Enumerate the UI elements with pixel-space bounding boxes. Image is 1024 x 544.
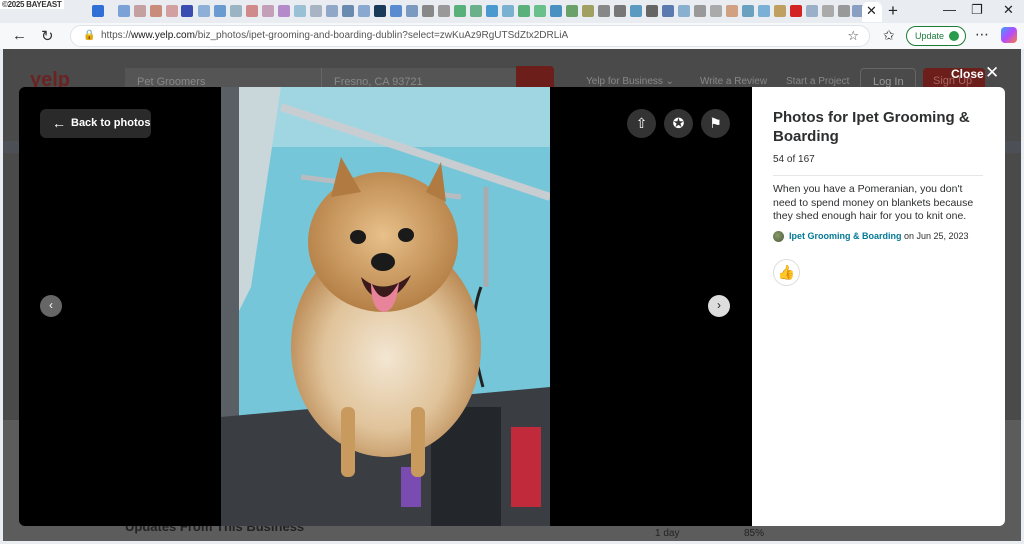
copilot-icon[interactable]	[1001, 27, 1017, 43]
tab-close-icon[interactable]: ✕	[866, 3, 877, 19]
tab-favicon[interactable]	[566, 5, 578, 17]
window-close-icon[interactable]: ✕	[1003, 2, 1014, 18]
post-date: on Jun 25, 2023	[901, 231, 969, 241]
award-icon[interactable]: ✪	[664, 109, 693, 138]
dog-photo-image	[221, 87, 550, 526]
tab-favicon[interactable]	[374, 5, 386, 17]
stat-value: 85%	[744, 528, 765, 539]
tab-favicon[interactable]	[326, 5, 338, 17]
tab-favicon[interactable]	[150, 5, 162, 17]
tab-favicon[interactable]	[422, 5, 434, 17]
back-to-photos-button[interactable]: ← Back to photos	[40, 109, 151, 138]
tab-favicon[interactable]	[310, 5, 322, 17]
back-to-photos-label: Back to photos	[71, 117, 151, 129]
more-options-icon[interactable]: ⋯	[975, 26, 989, 43]
tab-favicon[interactable]	[246, 5, 258, 17]
tab-favicon[interactable]	[614, 5, 626, 17]
arrow-left-icon: ←	[52, 115, 66, 131]
flag-icon[interactable]: ⚑	[701, 109, 730, 138]
pomeranian-photo	[221, 87, 550, 526]
url-text[interactable]: https://www.yelp.com/biz_photos/ipet-gro…	[101, 30, 568, 41]
photo-modal: ← Back to photos ⇧ ✪ ⚑ ‹ › Photos for Ip…	[19, 87, 1005, 526]
photo-attribution: Ipet Grooming & Boarding on Jun 25, 2023	[773, 231, 969, 243]
tab-favicon[interactable]	[438, 5, 450, 17]
tab-favicon[interactable]	[406, 5, 418, 17]
tab-favicon[interactable]	[518, 5, 530, 17]
favorite-star-icon[interactable]: ☆	[847, 28, 859, 44]
tab-favicon[interactable]	[214, 5, 226, 17]
tab-favicon[interactable]	[470, 5, 482, 17]
tab-favicon[interactable]	[758, 5, 770, 17]
tab-favicon[interactable]	[838, 5, 850, 17]
tab-favicon[interactable]	[294, 5, 306, 17]
close-icon[interactable]: ✕	[985, 63, 999, 83]
favorites-icon[interactable]: ✩	[883, 27, 895, 44]
tab-favicon[interactable]	[742, 5, 754, 17]
tab-favicon[interactable]	[262, 5, 274, 17]
tab-favicon[interactable]	[774, 5, 786, 17]
address-bar-row: ← ↻ 🔒 https://www.yelp.com/biz_photos/ip…	[0, 23, 1024, 49]
tab-favicon[interactable]	[710, 5, 722, 17]
tab-favicon[interactable]	[486, 5, 498, 17]
tab-favicon[interactable]	[134, 5, 146, 17]
tab-favicon[interactable]	[598, 5, 610, 17]
thumbs-up-icon[interactable]: 👍	[773, 259, 800, 286]
tab-favicon[interactable]	[550, 5, 562, 17]
previous-photo-button[interactable]: ‹	[40, 295, 62, 317]
update-status-icon	[949, 31, 959, 41]
photo-viewer: ← Back to photos ⇧ ✪ ⚑ ‹ ›	[19, 87, 752, 526]
panel-title: Photos for Ipet Grooming & Boarding	[773, 109, 970, 145]
tab-favicon[interactable]	[390, 5, 402, 17]
tab-favicon[interactable]	[118, 5, 130, 17]
tab-favicon[interactable]	[358, 5, 370, 17]
tab-favicon[interactable]	[646, 5, 658, 17]
next-photo-button[interactable]: ›	[708, 295, 730, 317]
update-button[interactable]: Update	[906, 26, 966, 46]
tab-favicon[interactable]	[230, 5, 242, 17]
minimize-icon[interactable]: —	[943, 2, 956, 17]
restore-icon[interactable]: ❐	[971, 2, 983, 18]
address-bar[interactable]: 🔒 https://www.yelp.com/biz_photos/ipet-g…	[70, 25, 870, 47]
tab-favicon[interactable]	[198, 5, 210, 17]
tab-favicon[interactable]	[166, 5, 178, 17]
tab-favicon[interactable]	[806, 5, 818, 17]
stat-value: 1 day	[655, 528, 680, 539]
tab-favicon[interactable]	[582, 5, 594, 17]
divider	[773, 175, 983, 176]
tab-favicon[interactable]	[630, 5, 642, 17]
tab-favicon[interactable]	[790, 5, 802, 17]
write-review-link[interactable]: Write a Review	[700, 76, 767, 87]
lock-icon[interactable]: 🔒	[83, 30, 95, 41]
tab-favicon[interactable]	[454, 5, 466, 17]
tab-favicon[interactable]	[342, 5, 354, 17]
photo-counter: 54 of 167	[773, 154, 815, 165]
start-project-link[interactable]: Start a Project	[786, 76, 849, 87]
close-overlay-button[interactable]: Close	[951, 67, 984, 81]
tab-favicon[interactable]	[662, 5, 674, 17]
new-tab-icon[interactable]: +	[888, 1, 898, 21]
tab-favicon[interactable]	[694, 5, 706, 17]
share-icon[interactable]: ⇧	[627, 109, 656, 138]
tab-favicon[interactable]	[278, 5, 290, 17]
watermark: ©2025 BAYEAST	[0, 0, 64, 9]
tab-favicon[interactable]	[678, 5, 690, 17]
tab-favicon[interactable]	[181, 5, 193, 17]
browser-tab-strip: ©2025 BAYEAST ✕ + — ❐ ✕	[0, 0, 1024, 23]
business-link[interactable]: Ipet Grooming & Boarding	[789, 231, 902, 241]
tab-favicon[interactable]	[502, 5, 514, 17]
tab-favicon[interactable]	[726, 5, 738, 17]
avatar[interactable]	[773, 231, 784, 243]
photo-caption: When you have a Pomeranian, you don't ne…	[773, 183, 974, 222]
reload-icon[interactable]: ↻	[41, 27, 54, 45]
tab-favicon[interactable]	[534, 5, 546, 17]
tab-favicon[interactable]	[822, 5, 834, 17]
tab-favicon[interactable]	[92, 5, 104, 17]
photo-info-panel: Photos for Ipet Grooming & Boarding 54 o…	[752, 87, 1005, 526]
yelp-for-business-link[interactable]: Yelp for Business ⌄	[586, 76, 674, 87]
back-nav-icon[interactable]: ←	[12, 27, 27, 44]
